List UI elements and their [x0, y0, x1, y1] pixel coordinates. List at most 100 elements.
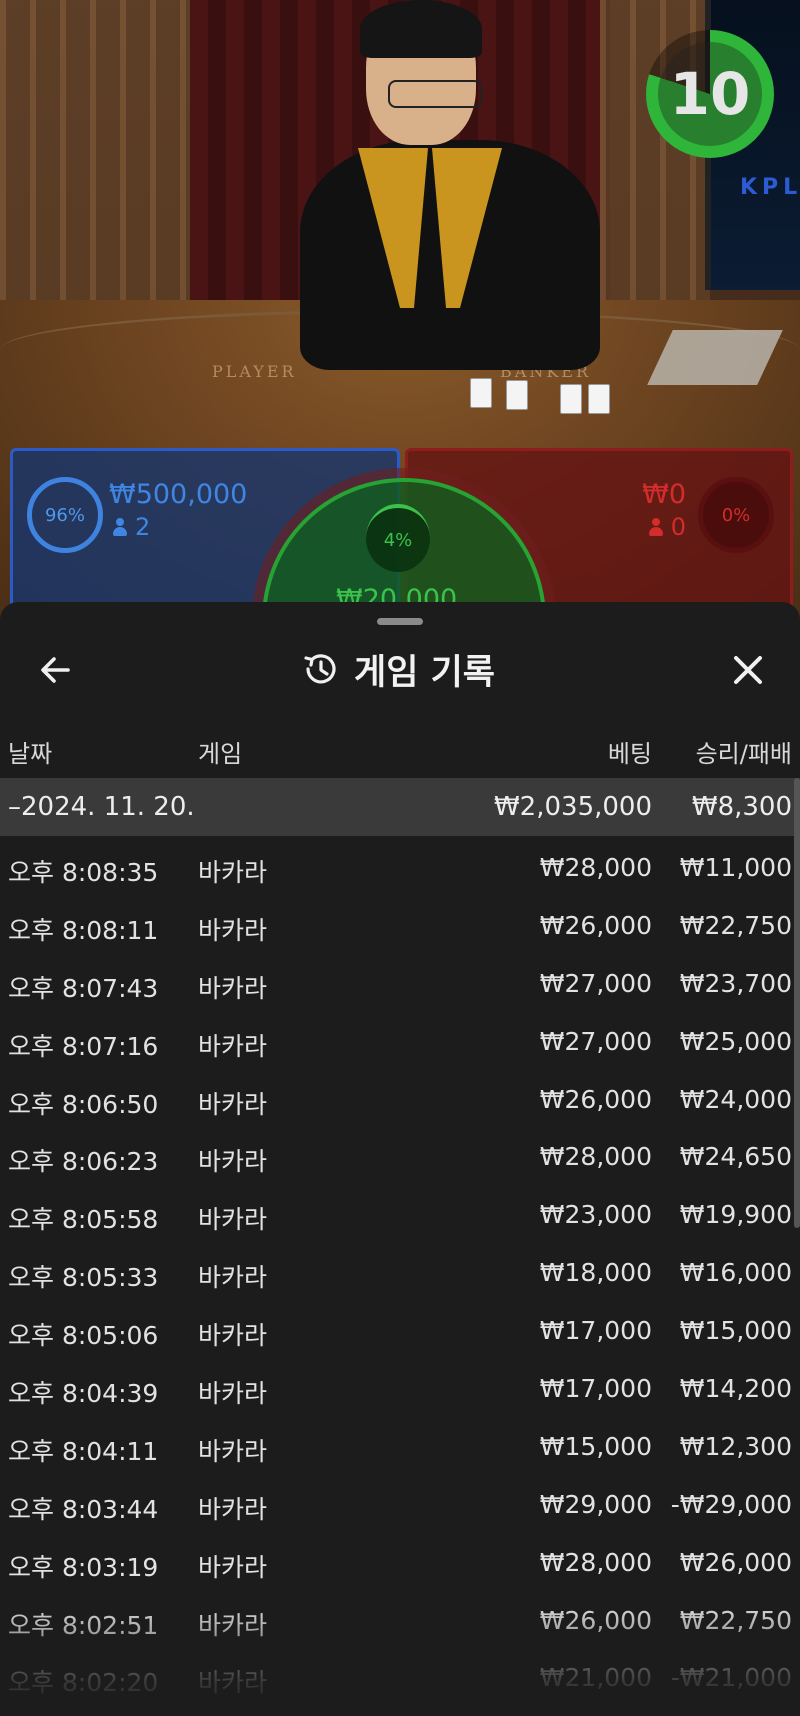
row-result: ₩22,750 — [679, 910, 792, 940]
banker-count-value: 0 — [670, 513, 686, 541]
row-result: -₩21,000 — [670, 1663, 792, 1693]
table-row[interactable]: 오후 8:03:19 바카라 ₩28,000 ₩26,000 — [0, 1531, 800, 1589]
person-icon — [648, 518, 663, 536]
row-time: 오후 8:05:33 — [8, 1263, 159, 1293]
table-row[interactable]: 오후 8:05:06 바카라 ₩17,000 ₩15,000 — [0, 1299, 800, 1357]
history-icon — [304, 654, 336, 684]
table-row[interactable]: 오후 8:02:51 바카라 ₩26,000 ₩22,750 — [0, 1589, 800, 1647]
back-button[interactable] — [36, 650, 76, 690]
row-time: 오후 8:05:06 — [8, 1321, 159, 1351]
row-game: 바카라 — [198, 1552, 268, 1582]
row-game: 바카라 — [198, 858, 268, 887]
row-time: 오후 8:04:11 — [8, 1436, 159, 1466]
drag-handle[interactable] — [377, 618, 423, 625]
felt-player-label: PLAYER — [212, 362, 297, 381]
row-time: 오후 8:03:19 — [8, 1552, 159, 1582]
row-time: 오후 8:03:44 — [8, 1494, 159, 1524]
playing-card — [506, 380, 528, 410]
row-time: 오후 8:02:51 — [8, 1610, 159, 1640]
sheet-header: 게임 기록 — [0, 638, 800, 698]
row-time: 오후 8:02:20 — [8, 1668, 159, 1698]
row-time: 오후 8:06:50 — [8, 1089, 159, 1119]
row-bet: ₩15,000 — [539, 1431, 652, 1461]
row-game: 바카라 — [198, 1436, 268, 1466]
row-bet: ₩27,000 — [539, 968, 652, 998]
table-row[interactable]: 오후 8:07:43 바카라 ₩27,000 ₩23,700 — [0, 952, 800, 1010]
table-row[interactable]: 오후 8:07:16 바카라 ₩27,000 ₩25,000 — [0, 1010, 800, 1068]
row-bet: ₩26,000 — [539, 1084, 652, 1114]
playing-card — [470, 378, 492, 408]
row-result: -₩29,000 — [670, 1489, 792, 1519]
date-group-row[interactable]: –2024. 11. 20. ₩2,035,000 ₩8,300 — [0, 778, 800, 836]
player-count-value: 2 — [135, 513, 151, 541]
row-game: 바카라 — [198, 1610, 268, 1640]
column-header-date: 날짜 — [8, 740, 53, 768]
table-row[interactable]: 오후 8:05:33 바카라 ₩18,000 ₩16,000 — [0, 1241, 800, 1299]
row-game: 바카라 — [198, 1321, 268, 1351]
monitor-logo-text: KPL — [740, 175, 800, 200]
column-header-result: 승리/패배 — [695, 740, 792, 768]
table-row[interactable]: 오후 8:02:20 바카라 ₩21,000 -₩21,000 — [0, 1646, 800, 1704]
date-group-total-bet: ₩2,035,000 — [493, 792, 652, 822]
close-button[interactable] — [726, 648, 770, 692]
row-game: 바카라 — [198, 973, 268, 1003]
row-bet: ₩27,000 — [539, 1026, 652, 1056]
banker-count: 0 — [648, 513, 686, 541]
row-game: 바카라 — [198, 1205, 268, 1235]
row-result: ₩25,000 — [679, 1026, 792, 1056]
table-row[interactable]: 오후 8:04:39 바카라 ₩17,000 ₩14,200 — [0, 1357, 800, 1415]
row-game: 바카라 — [198, 1379, 268, 1409]
column-header-game: 게임 — [198, 740, 243, 768]
date-group-label: –2024. 11. 20. — [8, 792, 195, 822]
row-game: 바카라 — [198, 1668, 268, 1698]
row-time: 오후 8:06:23 — [8, 1147, 159, 1177]
scrollbar[interactable] — [794, 778, 800, 1228]
row-bet: ₩28,000 — [539, 1142, 652, 1172]
row-result: ₩19,900 — [679, 1200, 792, 1230]
history-list: 오후 8:08:35 바카라 ₩28,000 ₩11,000 오후 8:08:11 바카… — [0, 836, 800, 1704]
row-game: 바카라 — [198, 1263, 268, 1293]
banker-percent: 0% — [721, 504, 751, 526]
row-game: 바카라 — [198, 915, 268, 945]
row-result: ₩11,000 — [679, 853, 792, 882]
timer-value: 10 — [658, 42, 762, 146]
row-bet: ₩28,000 — [539, 853, 652, 882]
arrow-left-icon — [41, 657, 70, 683]
row-result: ₩24,650 — [679, 1142, 792, 1172]
player-count: 2 — [113, 513, 150, 541]
banker-bet-amount: ₩0 — [642, 479, 686, 510]
player-bet-amount: ₩500,000 — [109, 479, 248, 510]
row-bet: ₩26,000 — [539, 910, 652, 940]
playing-card — [560, 384, 582, 414]
date-group-total-result: ₩8,300 — [691, 792, 792, 822]
row-time: 오후 8:07:16 — [8, 1031, 159, 1061]
row-time: 오후 8:08:11 — [8, 915, 159, 945]
row-time: 오후 8:04:39 — [8, 1379, 159, 1409]
playing-card — [588, 384, 610, 414]
table-row[interactable]: 오후 8:05:58 바카라 ₩23,000 ₩19,900 — [0, 1183, 800, 1241]
table-row[interactable]: 오후 8:08:11 바카라 ₩26,000 ₩22,750 — [0, 894, 800, 952]
row-time: 오후 8:08:35 — [8, 858, 159, 887]
row-result: ₩14,200 — [679, 1374, 792, 1404]
table-row[interactable]: 오후 8:04:11 바카라 ₩15,000 ₩12,300 — [0, 1415, 800, 1473]
person-icon — [113, 518, 127, 536]
game-history-sheet: 게임 기록 날짜 게임 베팅 승리/패배 –2024. 11. 20. ₩2,0… — [0, 602, 800, 1716]
row-bet: ₩17,000 — [539, 1316, 652, 1346]
table-row[interactable]: 오후 8:08:35 바카라 ₩28,000 ₩11,000 — [0, 836, 800, 894]
row-result: ₩16,000 — [679, 1258, 792, 1288]
row-result: ₩23,700 — [679, 968, 792, 998]
row-game: 바카라 — [198, 1031, 268, 1061]
row-game: 바카라 — [198, 1147, 268, 1177]
table-row[interactable]: 오후 8:06:23 바카라 ₩28,000 ₩24,650 — [0, 1125, 800, 1183]
row-bet: ₩29,000 — [539, 1489, 652, 1519]
row-bet: ₩18,000 — [539, 1258, 652, 1288]
row-result: ₩22,750 — [679, 1605, 792, 1635]
row-time: 오후 8:05:58 — [8, 1205, 159, 1235]
table-row[interactable]: 오후 8:03:44 바카라 ₩29,000 -₩29,000 — [0, 1473, 800, 1531]
tie-percent-ring: 4% — [366, 504, 430, 572]
close-icon — [734, 656, 762, 684]
countdown-timer: 10 — [646, 30, 774, 158]
banker-percent-ring: 0% — [698, 477, 774, 553]
row-result: ₩12,300 — [679, 1431, 792, 1461]
table-row[interactable]: 오후 8:06:50 바카라 ₩26,000 ₩24,000 — [0, 1068, 800, 1126]
